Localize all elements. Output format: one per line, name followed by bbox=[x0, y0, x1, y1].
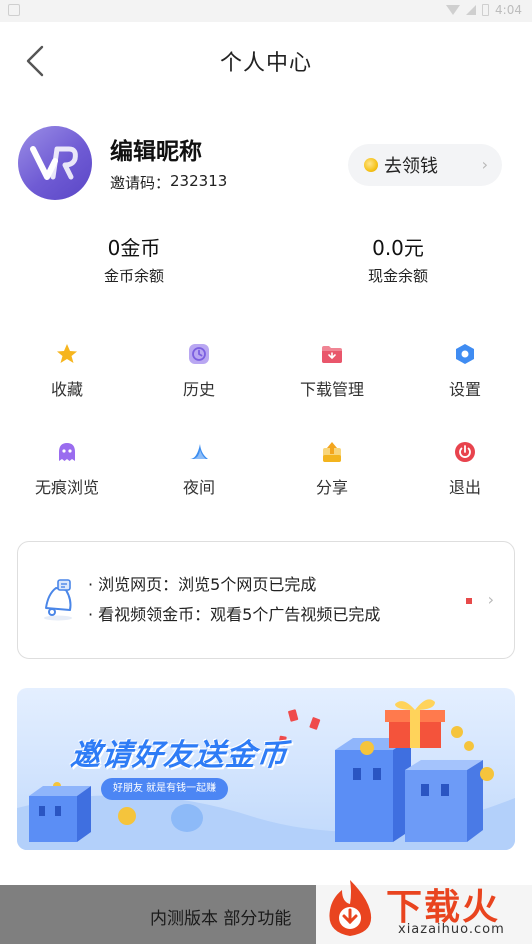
notification-icon bbox=[8, 4, 20, 16]
menu-item-label: 无痕浏览 bbox=[34, 478, 99, 497]
coin-balance-value: 0金币 bbox=[107, 236, 161, 260]
star-icon bbox=[57, 344, 77, 363]
task-list: · 浏览网页：浏览5个网页已完成 · 看视频领金币：观看5个广告视频已完成 bbox=[88, 570, 380, 630]
menu-item-label: 收藏 bbox=[50, 380, 83, 399]
avatar[interactable] bbox=[18, 126, 92, 200]
menu-item-favorites[interactable]: 收藏 bbox=[12, 336, 122, 400]
download-folder-icon bbox=[322, 346, 342, 363]
share-icon bbox=[323, 442, 341, 462]
profile-section: 编辑昵称 邀请码： 232313 去领钱 › bbox=[18, 126, 502, 202]
function-grid-row: 收藏 历史 下载管理 设置 bbox=[0, 336, 532, 416]
bell-task-icon bbox=[44, 579, 72, 621]
menu-item-label: 设置 bbox=[448, 380, 481, 399]
task-item: · 看视频领金币：观看5个广告视频已完成 bbox=[88, 605, 381, 624]
ghost-icon bbox=[59, 443, 75, 461]
back-icon[interactable] bbox=[22, 44, 52, 78]
coin-balance-label: 金币余额 bbox=[103, 267, 164, 285]
menu-item-logout[interactable]: 退出 bbox=[410, 434, 520, 498]
task-card[interactable]: · 浏览网页：浏览5个网页已完成 · 看视频领金币：观看5个广告视频已完成 › bbox=[17, 541, 515, 659]
status-icons: 4:04 bbox=[446, 3, 522, 17]
moon-icon bbox=[190, 444, 208, 459]
watermark: 下载火 xiazaihuo.com bbox=[316, 872, 532, 944]
cash-balance-label: 现金余额 bbox=[367, 267, 428, 285]
menu-item-label: 下载管理 bbox=[299, 380, 364, 399]
clock-icon bbox=[189, 344, 209, 364]
coin-icon bbox=[364, 158, 378, 172]
coin-balance[interactable]: 0金币 金币余额 bbox=[34, 232, 234, 288]
earn-money-label: 去领钱 bbox=[384, 156, 438, 177]
menu-item-label: 分享 bbox=[315, 478, 348, 497]
invite-friends-banner[interactable]: 邀请好友送金币 好朋友 就是有钱一起赚 bbox=[17, 688, 515, 850]
invite-code-row: 邀请码： 232313 bbox=[110, 172, 227, 193]
invite-code-value: 232313 bbox=[170, 172, 228, 190]
page-title: 个人中心 bbox=[219, 51, 312, 76]
menu-item-downloads[interactable]: 下载管理 bbox=[277, 336, 387, 400]
menu-item-settings[interactable]: 设置 bbox=[410, 336, 520, 400]
hexagon-settings-icon bbox=[456, 344, 474, 364]
red-dot-indicator bbox=[466, 598, 472, 604]
status-time: 4:04 bbox=[495, 3, 522, 17]
status-bar: 4:04 bbox=[0, 0, 532, 22]
earn-money-button[interactable]: 去领钱 › bbox=[348, 144, 502, 186]
chevron-right-icon: › bbox=[487, 590, 494, 609]
watermark-url: xiazaihuo.com bbox=[398, 922, 505, 937]
menu-item-label: 历史 bbox=[182, 380, 215, 399]
menu-item-share[interactable]: 分享 bbox=[277, 434, 387, 498]
vr-logo-icon bbox=[30, 146, 78, 180]
menu-item-night-mode[interactable]: 夜间 bbox=[144, 434, 254, 498]
chevron-right-icon: › bbox=[481, 155, 488, 174]
invite-code-label: 邀请码： bbox=[110, 174, 171, 192]
signal-icon bbox=[466, 5, 477, 15]
nickname[interactable]: 编辑昵称 bbox=[110, 132, 202, 166]
wifi-icon bbox=[446, 5, 461, 15]
function-grid-row: 无痕浏览 夜间 分享 退出 bbox=[0, 434, 532, 514]
menu-item-label: 退出 bbox=[448, 478, 481, 497]
task-item: · 浏览网页：浏览5个网页已完成 bbox=[88, 575, 317, 594]
banner-subtitle: 好朋友 就是有钱一起赚 bbox=[101, 778, 229, 800]
power-icon bbox=[455, 442, 475, 462]
flame-logo-icon bbox=[329, 880, 372, 936]
cash-balance[interactable]: 0.0元 现金余额 bbox=[298, 232, 498, 288]
menu-item-history[interactable]: 历史 bbox=[144, 336, 254, 400]
banner-title: 邀请好友送金币 bbox=[68, 738, 290, 773]
top-nav: 个人中心 bbox=[0, 22, 532, 100]
balances: 0金币 金币余额 0.0元 现金余额 bbox=[0, 232, 532, 292]
beta-notice-text: 内测版本 部分功能 bbox=[150, 909, 292, 929]
menu-item-incognito[interactable]: 无痕浏览 bbox=[12, 434, 122, 498]
cash-balance-value: 0.0元 bbox=[372, 236, 424, 260]
menu-item-label: 夜间 bbox=[182, 478, 215, 497]
battery-icon bbox=[482, 4, 490, 16]
